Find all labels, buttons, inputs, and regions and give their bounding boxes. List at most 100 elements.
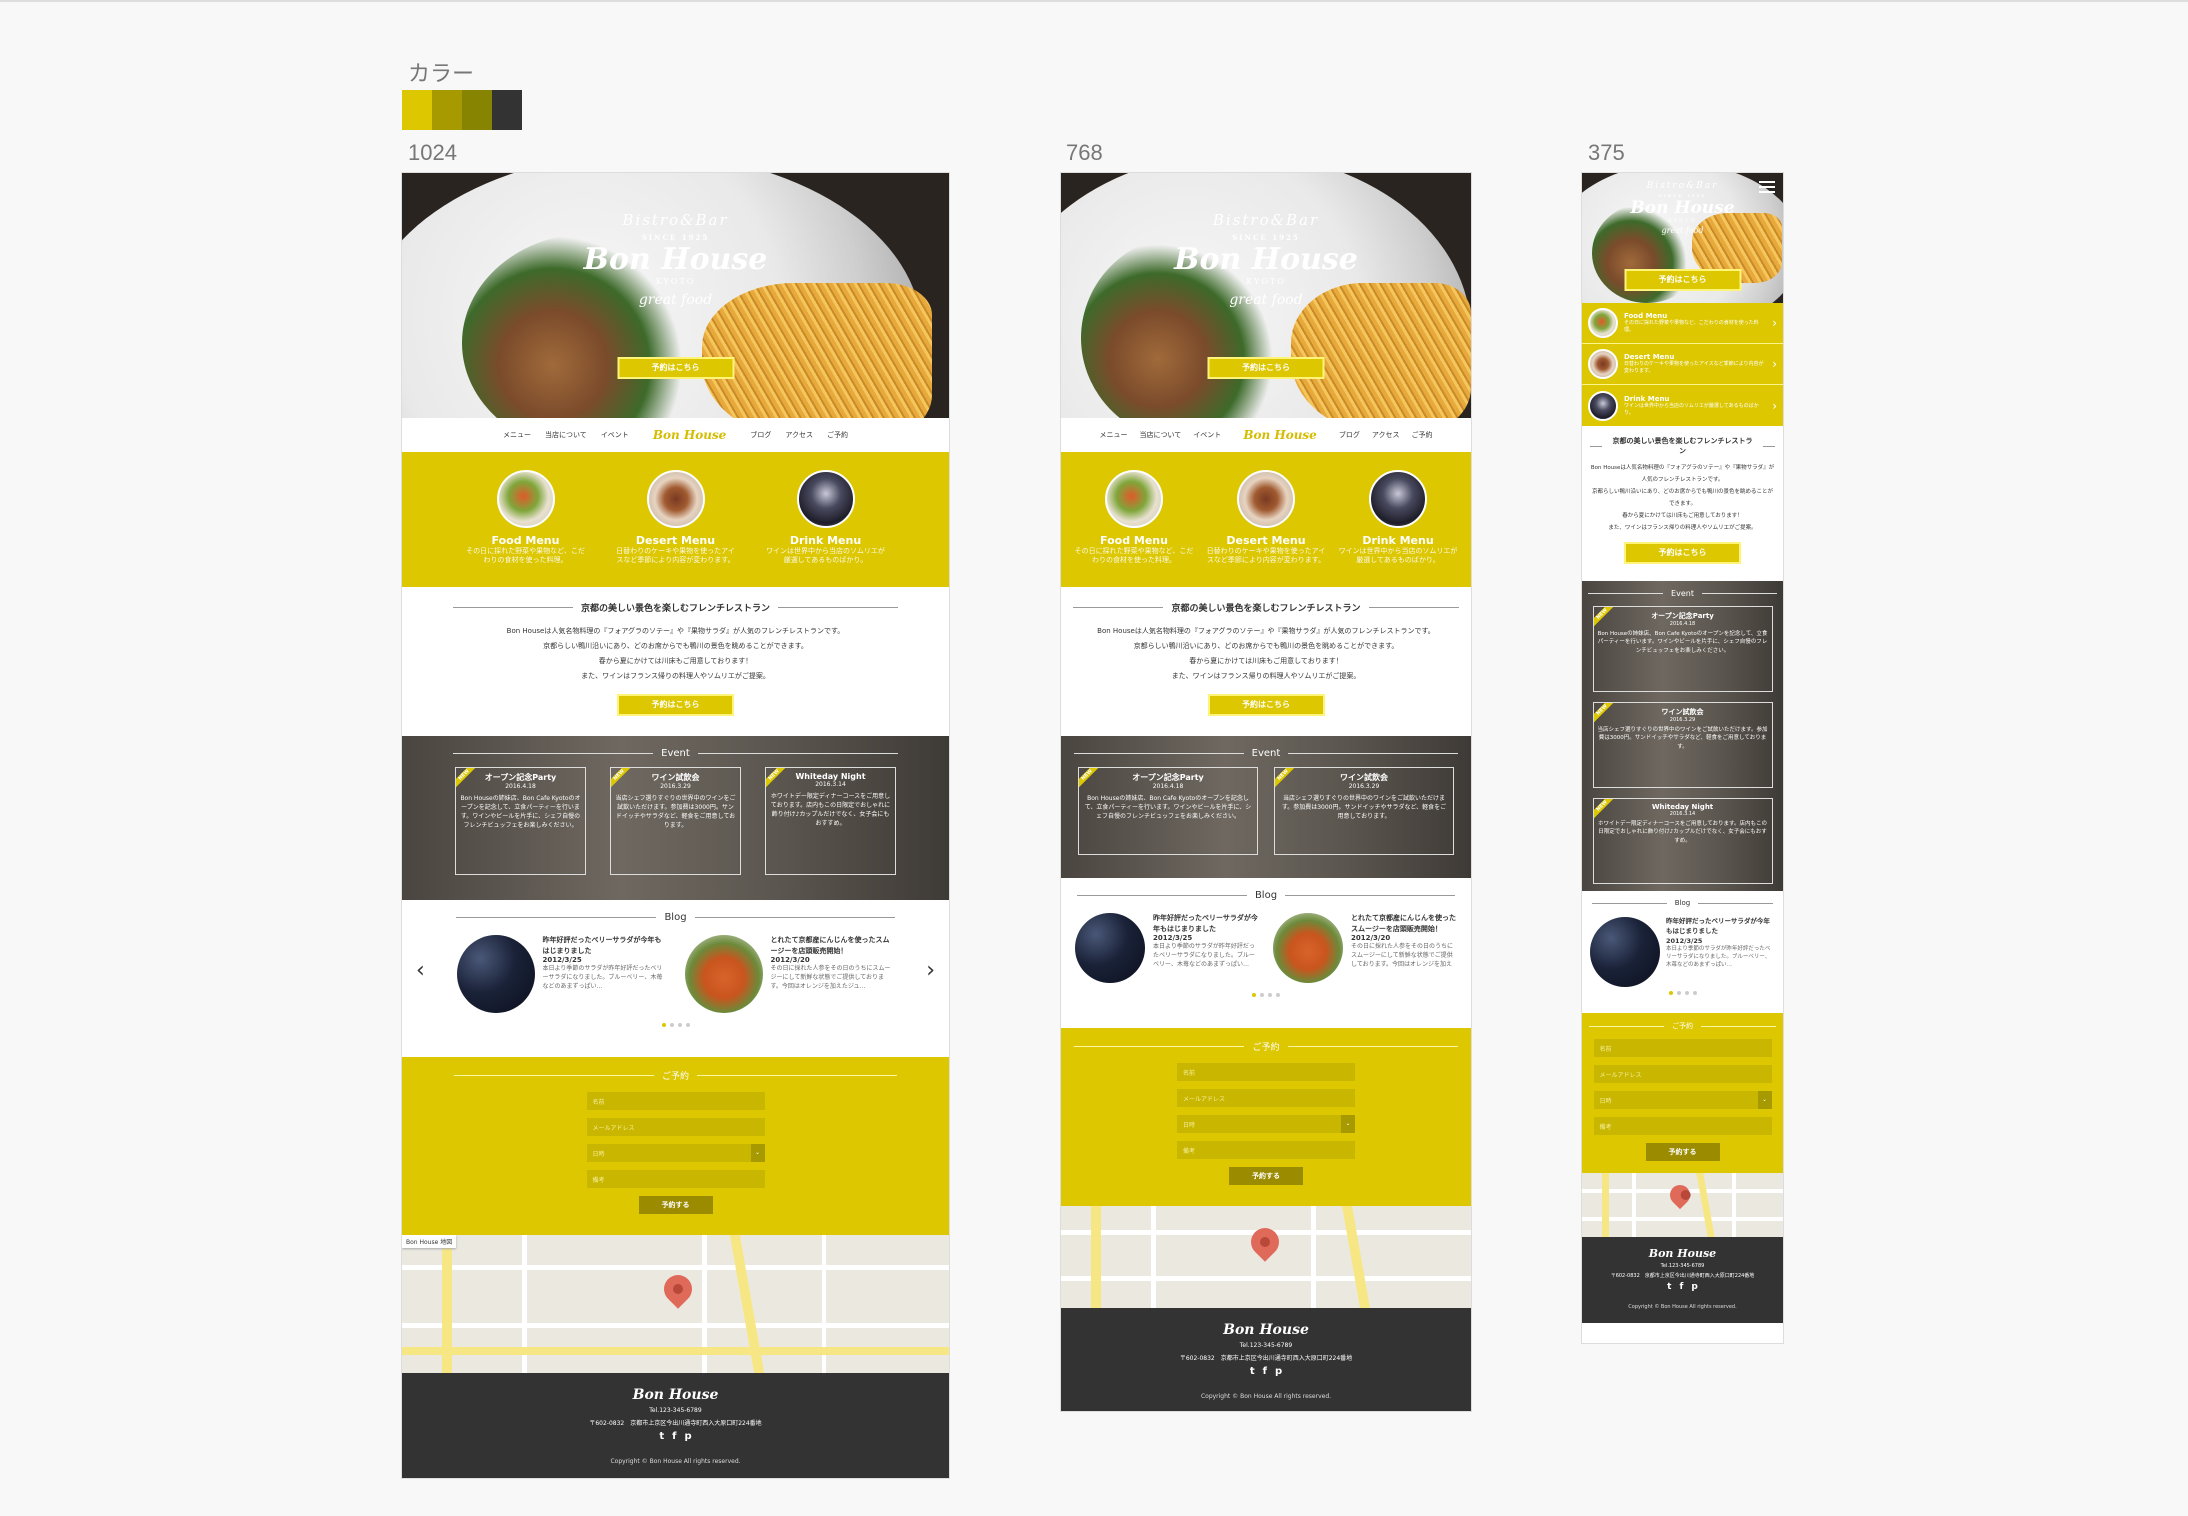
event-card[interactable]: NEW オープン記念Party 2016.4.18 Bon Houseの姉妹店、… [1078, 767, 1258, 855]
event-card[interactable]: NEW ワイン試飲会 2016.3.29 当店シェフ選りすぐりの世界中のワインを… [1592, 702, 1773, 788]
blog-heading: Blog [1582, 899, 1783, 907]
name-field[interactable]: 名前 [1177, 1063, 1355, 1081]
nav-item-reserve[interactable]: ご予約 [827, 430, 848, 440]
twitter-icon[interactable]: t [1250, 1366, 1255, 1377]
carousel-dots[interactable] [402, 1023, 949, 1027]
date-select[interactable]: 日時 ⌄ [1177, 1115, 1355, 1133]
map-pin-icon[interactable] [1245, 1222, 1285, 1262]
nav-item-about[interactable]: 当店について [1140, 430, 1182, 440]
carousel-dots[interactable] [1061, 993, 1471, 997]
pinterest-icon[interactable]: p [1691, 1282, 1697, 1292]
nav-item-reserve[interactable]: ご予約 [1411, 430, 1432, 440]
intro-text: Bon Houseは人気名物料理の『フォアグラのソテー』や『果物サラダ』が人気の… [1590, 462, 1775, 534]
email-field[interactable]: メールアドレス [1177, 1089, 1355, 1107]
carousel-dot[interactable] [1252, 993, 1256, 997]
carousel-dot[interactable] [1668, 991, 1673, 995]
nav-item-blog[interactable]: ブログ [1339, 430, 1360, 440]
menu-drink[interactable]: Drink Menu ワインは世界中から当店のソムリエが厳選してあるものばかり。 [766, 470, 886, 587]
facebook-icon[interactable]: f [672, 1431, 676, 1442]
menu-desert[interactable]: Desert Menu 日替わりのケーキや果物を使ったアイスなど季節により内容が… [1582, 344, 1783, 385]
email-field[interactable]: メールアドレス [586, 1118, 765, 1136]
event-card[interactable]: NEW ワイン試飲会 2016.3.29 当店シェフ選りすぐりの世界中のワインを… [610, 767, 741, 875]
blog-post[interactable]: とれたて京都産にんじんを使ったスムージーを店頭販売開始！ 2012/3/20 そ… [684, 935, 895, 1013]
blog-post[interactable]: 昨年好評だったベリーサラダが今年もはじまりました 2012/3/25 本日より季… [456, 935, 667, 1013]
nav-logo[interactable]: Bon House [653, 428, 727, 442]
menu-food[interactable]: Food Menu その日に採れた野菜や果物など、こだわりの食材を使った料理。 [466, 470, 586, 587]
nav-item-about[interactable]: 当店について [545, 430, 587, 440]
twitter-icon[interactable]: t [659, 1431, 664, 1442]
event-card[interactable]: NEW オープン記念Party 2016.4.18 Bon Houseの姉妹店、… [455, 767, 586, 875]
nav-item-blog[interactable]: ブログ [750, 430, 771, 440]
map-pin-icon[interactable] [1665, 1180, 1695, 1210]
event-card[interactable]: NEW ワイン試飲会 2016.3.29 当店シェフ選りすぐりの世界中のワインを… [1274, 767, 1454, 855]
menu-food[interactable]: Food Menu その日に採れた野菜や果物など、こだわりの食材を使った料理。 [1074, 470, 1194, 587]
menu-drink[interactable]: Drink Menu ワインは世界中から当店のソムリエが厳選してあるものばかり。 [1338, 470, 1458, 587]
nav-item-menu[interactable]: メニュー [1100, 430, 1128, 440]
menu-drink[interactable]: Drink Menu ワインは世界中から当店のソムリエが厳選してあるものばかり。… [1582, 385, 1783, 426]
carousel-dot[interactable] [1276, 993, 1280, 997]
carousel-dot[interactable] [685, 1023, 690, 1027]
event-date: 2016.3.14 [815, 781, 846, 788]
blog-post[interactable]: 昨年好評だったベリーサラダが今年もはじまりました 2012/3/25 本日より季… [1075, 913, 1259, 983]
email-field[interactable]: メールアドレス [1593, 1065, 1772, 1083]
intro-line: 春から夏にかけては川床もご用意しております！ [1622, 513, 1743, 519]
carousel-dot[interactable] [1260, 993, 1264, 997]
hero-reserve-button[interactable]: 予約はこちら [1207, 357, 1325, 379]
nav-item-event[interactable]: イベント [601, 430, 629, 440]
swatch-3[interactable] [462, 90, 492, 130]
carousel-dot[interactable] [661, 1023, 666, 1027]
intro-reserve-button[interactable]: 予約はこちら [1207, 694, 1325, 716]
pinterest-icon[interactable]: p [684, 1431, 691, 1442]
note-field[interactable]: 備考 [1177, 1141, 1355, 1159]
menu-food[interactable]: Food Menu その日に採れた野菜や果物など、こだわりの食材を使った料理。 … [1582, 303, 1783, 344]
note-field[interactable]: 備考 [1593, 1117, 1772, 1135]
intro-reserve-button[interactable]: 予約はこちら [1624, 542, 1741, 564]
map-tab-map[interactable]: 地図 [440, 1239, 452, 1246]
date-select[interactable]: 日時 ⌄ [586, 1144, 765, 1162]
menu-title: Drink Menu [789, 534, 862, 547]
swatch-4[interactable] [492, 90, 522, 130]
carousel-dot[interactable] [1692, 991, 1697, 995]
nav-item-event[interactable]: イベント [1193, 430, 1221, 440]
menu-desert[interactable]: Desert Menu 日替わりのケーキや果物を使ったアイスなど季節により内容が… [1206, 470, 1326, 587]
facebook-icon[interactable]: f [1263, 1366, 1267, 1377]
submit-button[interactable]: 予約する [638, 1196, 713, 1214]
name-field[interactable]: 名前 [1593, 1039, 1772, 1057]
nav-logo[interactable]: Bon House [1243, 428, 1317, 442]
hero-reserve-button[interactable]: 予約はこちら [1624, 269, 1741, 291]
nav-item-access[interactable]: アクセス [1372, 430, 1400, 440]
intro-reserve-button[interactable]: 予約はこちら [617, 694, 734, 716]
event-card[interactable]: NEW Whiteday Night 2016.3.14 ホワイトデー限定ディナ… [1592, 798, 1773, 884]
submit-button[interactable]: 予約する [1645, 1143, 1720, 1161]
map-pin-icon[interactable] [658, 1269, 698, 1309]
carousel-dots[interactable] [1582, 991, 1783, 995]
menu-desert[interactable]: Desert Menu 日替わりのケーキや果物を使ったアイスなど季節により内容が… [616, 470, 736, 587]
carousel-dot[interactable] [1268, 993, 1272, 997]
hero-reserve-button[interactable]: 予約はこちら [617, 357, 734, 379]
date-select[interactable]: 日時 ⌄ [1593, 1091, 1772, 1109]
carousel-dot[interactable] [1684, 991, 1689, 995]
pinterest-icon[interactable]: p [1275, 1366, 1282, 1377]
facebook-icon[interactable]: f [1679, 1282, 1683, 1292]
blog-next-arrow[interactable]: › [926, 958, 935, 983]
nav-item-access[interactable]: アクセス [785, 430, 813, 440]
map-tab-place[interactable]: Bon House [406, 1239, 438, 1246]
nav-item-menu[interactable]: メニュー [503, 430, 531, 440]
swatch-1[interactable] [402, 90, 432, 130]
map[interactable] [1582, 1173, 1783, 1237]
swatch-2[interactable] [432, 90, 462, 130]
name-field[interactable]: 名前 [586, 1092, 765, 1110]
carousel-dot[interactable] [677, 1023, 682, 1027]
submit-button[interactable]: 予約する [1229, 1167, 1303, 1185]
note-field[interactable]: 備考 [586, 1170, 765, 1188]
event-card[interactable]: NEW Whiteday Night 2016.3.14 ホワイトデー限定ディナ… [765, 767, 896, 875]
event-card[interactable]: NEW オープン記念Party 2016.4.18 Bon Houseの姉妹店、… [1592, 606, 1773, 692]
twitter-icon[interactable]: t [1667, 1282, 1671, 1292]
carousel-dot[interactable] [669, 1023, 674, 1027]
carousel-dot[interactable] [1676, 991, 1681, 995]
blog-prev-arrow[interactable]: ‹ [416, 958, 425, 983]
map[interactable]: Bon House 地図 [402, 1235, 949, 1373]
blog-post[interactable]: 昨年好評だったベリーサラダが今年もはじまりました 2012/3/25 本日より季… [1590, 917, 1775, 987]
blog-post[interactable]: とれたて京都産にんじんを使ったスムージーを店頭販売開始！ 2012/3/20 そ… [1273, 913, 1457, 983]
map[interactable] [1061, 1206, 1471, 1308]
